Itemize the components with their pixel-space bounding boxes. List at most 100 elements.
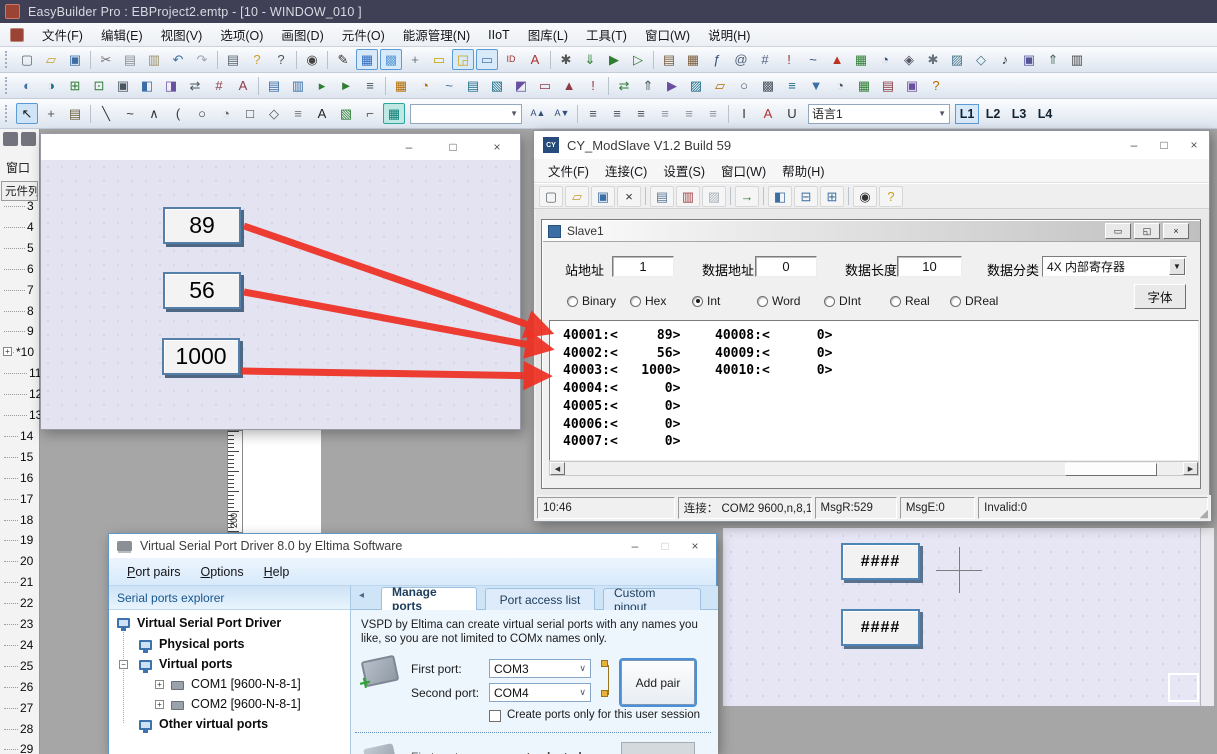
menu-编辑(E)[interactable]: 编辑(E): [92, 21, 152, 48]
sound-icon[interactable]: ♪: [994, 49, 1016, 70]
window-tree-item-29[interactable]: 29: [20, 742, 33, 754]
context-help-icon[interactable]: ?: [270, 49, 292, 70]
find-replace-icon[interactable]: ◉: [301, 49, 323, 70]
cascade-icon[interactable]: ◧: [768, 186, 792, 207]
close-icon[interactable]: ×: [482, 137, 512, 157]
vspd-titlebar[interactable]: Virtual Serial Port Driver 8.0 by Eltima…: [109, 534, 716, 558]
align-middle-icon[interactable]: ≡: [678, 103, 700, 124]
italic-icon[interactable]: I: [733, 103, 755, 124]
tree-item-COM2[interactable]: COM2 [9600-N-8-1]: [191, 697, 301, 711]
toolbar-grip[interactable]: [5, 77, 10, 94]
bar-graph-icon[interactable]: ▦: [390, 75, 412, 96]
numeric-display[interactable]: 56: [163, 272, 241, 309]
window-tree-item-25[interactable]: 25: [20, 659, 33, 673]
backup-icon[interactable]: ⇑: [1042, 49, 1064, 70]
radio-Int[interactable]: Int: [692, 294, 720, 308]
trend-display-icon[interactable]: ~: [438, 75, 460, 96]
window-tree-item-26[interactable]: 26: [20, 680, 33, 694]
menu-说明(H)[interactable]: 说明(H): [699, 21, 759, 48]
paste-icon[interactable]: ▥: [143, 49, 165, 70]
layer-button-L1[interactable]: L1: [955, 104, 979, 124]
grid-icon[interactable]: ▩: [380, 49, 402, 70]
media-player-icon[interactable]: ▶: [661, 75, 683, 96]
pen-icon[interactable]: ✎: [332, 49, 354, 70]
alarm-icon[interactable]: ▲: [826, 49, 848, 70]
copy-net-icon[interactable]: ▤: [650, 186, 674, 207]
snap-icon[interactable]: +: [404, 49, 426, 70]
numeric-object-placeholder[interactable]: ####: [841, 609, 920, 646]
table-icon[interactable]: ▦: [383, 103, 405, 124]
address-icon[interactable]: @: [730, 49, 752, 70]
tile-vertical-icon[interactable]: ⊞: [820, 186, 844, 207]
circle-icon[interactable]: ○: [191, 103, 213, 124]
slave1-close-icon[interactable]: ×: [1163, 223, 1189, 239]
tab-Manage ports[interactable]: Manage ports: [381, 587, 477, 610]
window-tree-item-4[interactable]: 4: [27, 220, 34, 234]
font-color2-icon[interactable]: A: [757, 103, 779, 124]
simulation-titlebar[interactable]: – □ ×: [41, 134, 520, 160]
register-40002[interactable]: 40002:< 56>: [563, 345, 680, 362]
print-icon[interactable]: ▤: [222, 49, 244, 70]
field-input-数据长度[interactable]: 10: [897, 256, 962, 277]
online-simulation-icon[interactable]: ▶: [603, 49, 625, 70]
font-shrink-icon[interactable]: A▼: [551, 103, 573, 124]
set-word-icon[interactable]: ⊡: [88, 75, 110, 96]
date-time-icon[interactable]: ○: [733, 75, 755, 96]
window-tree-item-20[interactable]: 20: [20, 554, 33, 568]
register-40004[interactable]: 40004:< 0>: [563, 380, 680, 397]
align-bottom-icon[interactable]: ≡: [702, 103, 724, 124]
add-pair-button[interactable]: Add pair: [621, 660, 695, 705]
text-icon[interactable]: A: [311, 103, 333, 124]
slider-icon[interactable]: ⇄: [184, 75, 206, 96]
menu-选项(O)[interactable]: 选项(O): [211, 21, 272, 48]
design-canvas[interactable]: #### ####: [723, 528, 1200, 706]
comment-icon[interactable]: ▭: [476, 49, 498, 70]
object-properties-icon[interactable]: ▤: [64, 103, 86, 124]
delete-net-icon[interactable]: ▥: [676, 186, 700, 207]
system-settings-icon[interactable]: ✱: [922, 49, 944, 70]
window-tree-item-24[interactable]: 24: [20, 638, 33, 652]
event-log-icon[interactable]: !: [778, 49, 800, 70]
minimize-icon[interactable]: –: [1119, 135, 1149, 155]
media-icon[interactable]: ▣: [1018, 49, 1040, 70]
window-tree-item-16[interactable]: 16: [20, 471, 33, 485]
backup-object-icon[interactable]: ⇑: [637, 75, 659, 96]
picture-object-icon[interactable]: ▧: [335, 103, 357, 124]
save-icon[interactable]: ▣: [591, 186, 615, 207]
radio-DInt[interactable]: DInt: [824, 294, 861, 308]
pdf-reader-icon[interactable]: ▤: [877, 75, 899, 96]
picture-view-icon[interactable]: ▨: [685, 75, 707, 96]
toolbar-grip[interactable]: [5, 51, 10, 68]
radio-Hex[interactable]: Hex: [630, 294, 666, 308]
align-right-icon[interactable]: ≡: [630, 103, 652, 124]
register-40010[interactable]: 40010:< 0>: [715, 362, 832, 379]
ruler-icon[interactable]: ▦: [356, 49, 378, 70]
window-tree-item-28[interactable]: 28: [20, 722, 33, 736]
select-pointer-icon[interactable]: ↖: [16, 103, 38, 124]
vspd-menu-Port pairs[interactable]: Port pairs: [117, 560, 191, 584]
radio-Real[interactable]: Real: [890, 294, 930, 308]
menu-元件(O)[interactable]: 元件(O): [333, 21, 394, 48]
align-top-icon[interactable]: ≡: [654, 103, 676, 124]
printer2-icon[interactable]: ▥: [1066, 49, 1088, 70]
picture-icon[interactable]: ▨: [946, 49, 968, 70]
direct-window-icon[interactable]: ▥: [287, 75, 309, 96]
numeric-display[interactable]: 1000: [162, 338, 240, 375]
undo-icon[interactable]: ↶: [167, 49, 189, 70]
data-block-icon[interactable]: ▧: [486, 75, 508, 96]
scale-icon[interactable]: ≡: [287, 103, 309, 124]
register-40007[interactable]: 40007:< 0>: [563, 433, 680, 450]
menubar-app-icon[interactable]: [10, 28, 24, 42]
animation-icon[interactable]: ►: [335, 75, 357, 96]
line-icon[interactable]: ╲: [95, 103, 117, 124]
menu-图库(L)[interactable]: 图库(L): [519, 21, 577, 48]
menu-画图(D)[interactable]: 画图(D): [272, 21, 332, 48]
window-tree-item-23[interactable]: 23: [20, 617, 33, 631]
bezier-icon[interactable]: ~: [119, 103, 141, 124]
library-icon[interactable]: ▦: [682, 49, 704, 70]
window-panel-tab[interactable]: 窗口: [6, 159, 30, 176]
slave1-titlebar[interactable]: Slave1: [543, 221, 1200, 242]
qr-code-icon[interactable]: ▩: [757, 75, 779, 96]
indirect-window-icon[interactable]: ▤: [263, 75, 285, 96]
scroll-right-icon[interactable]: ▶: [1183, 462, 1198, 475]
